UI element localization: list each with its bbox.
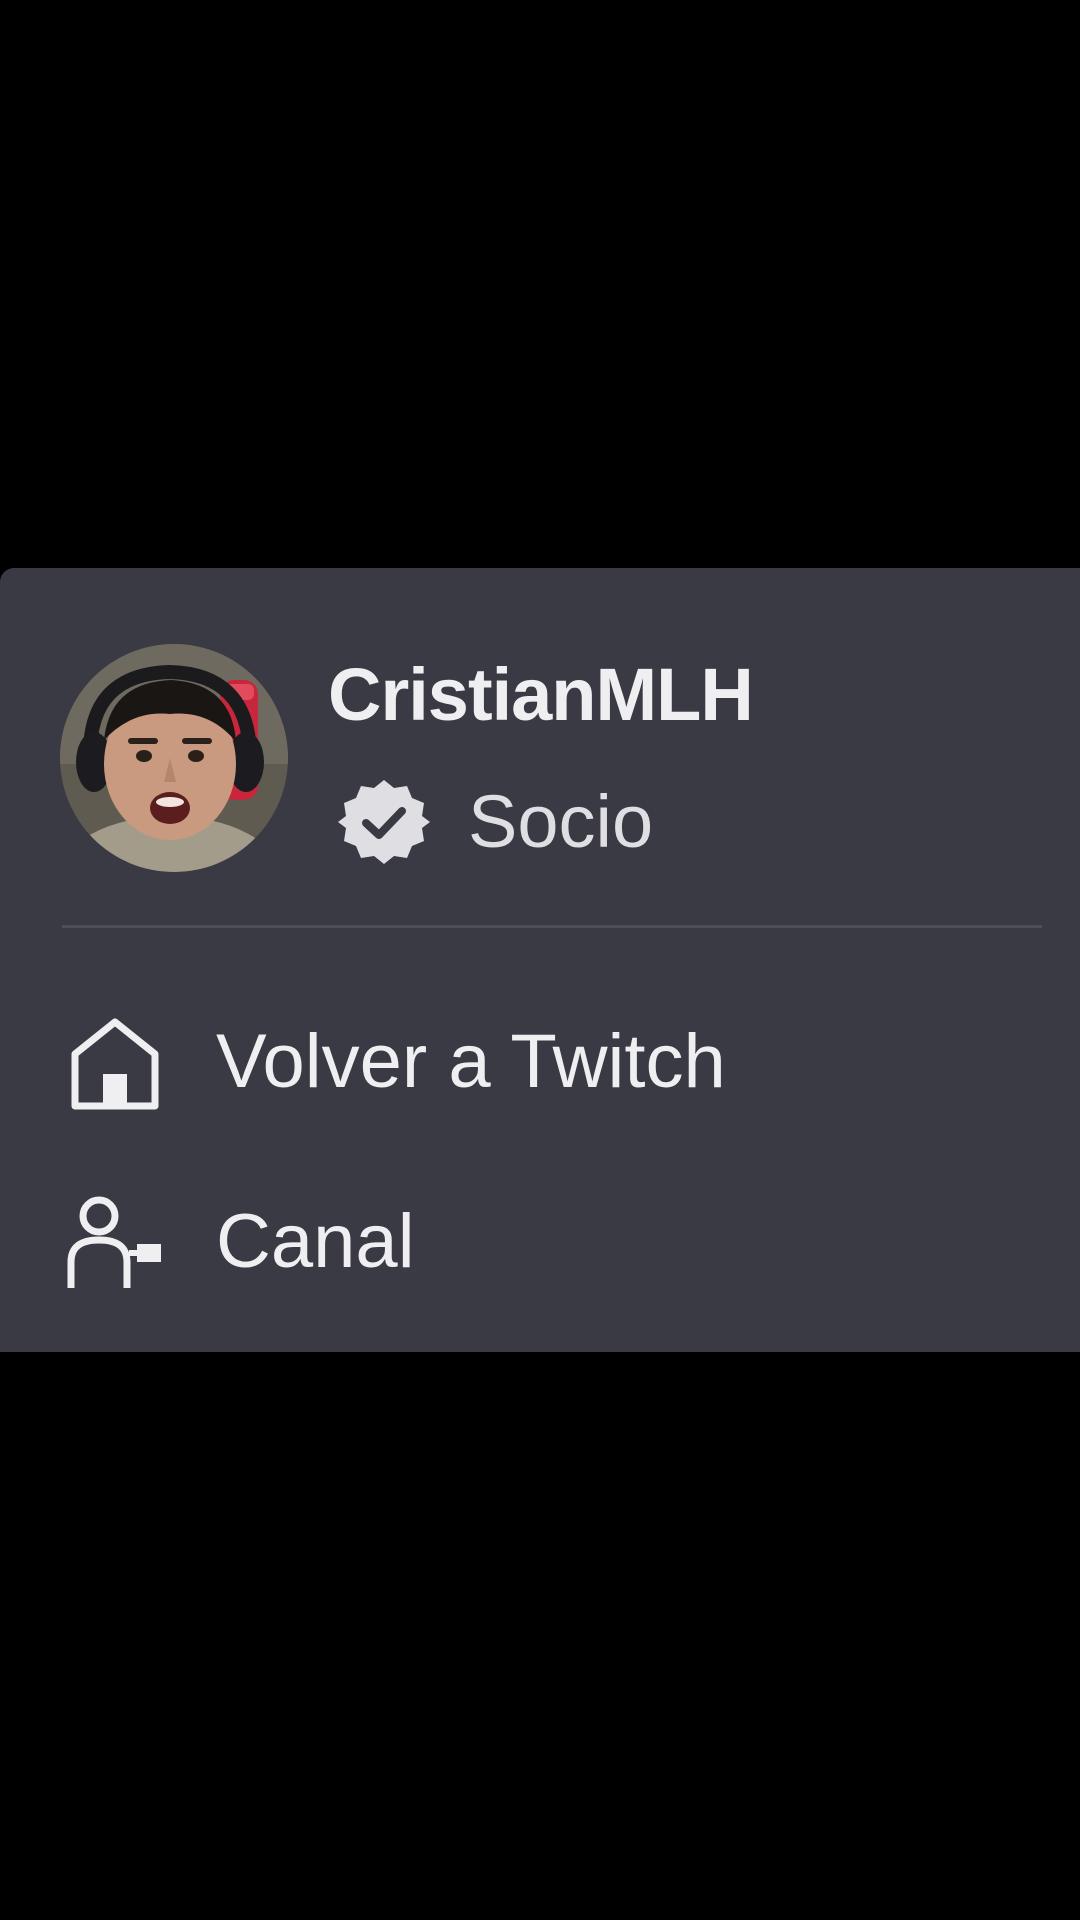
user-menu-panel: CristianMLH Socio Volver a Twitch Canal — [0, 568, 1080, 1352]
divider — [62, 925, 1042, 928]
channel-user-icon — [60, 1187, 170, 1297]
menu-item-label: Volver a Twitch — [216, 1019, 726, 1104]
profile-header: CristianMLH Socio — [60, 644, 1040, 874]
menu-item-back-to-twitch[interactable]: Volver a Twitch — [60, 1002, 1020, 1122]
username: CristianMLH — [328, 653, 754, 736]
menu-item-label: Canal — [216, 1199, 415, 1284]
partner-badge: Socio — [338, 774, 653, 870]
screen: CristianMLH Socio Volver a Twitch Canal — [0, 0, 1080, 1920]
verified-check-icon — [338, 780, 430, 864]
menu-item-channel[interactable]: Canal — [60, 1182, 1020, 1302]
home-icon — [60, 1007, 170, 1117]
avatar-photo — [60, 644, 288, 872]
partner-label: Socio — [468, 780, 654, 863]
avatar[interactable] — [60, 644, 288, 872]
